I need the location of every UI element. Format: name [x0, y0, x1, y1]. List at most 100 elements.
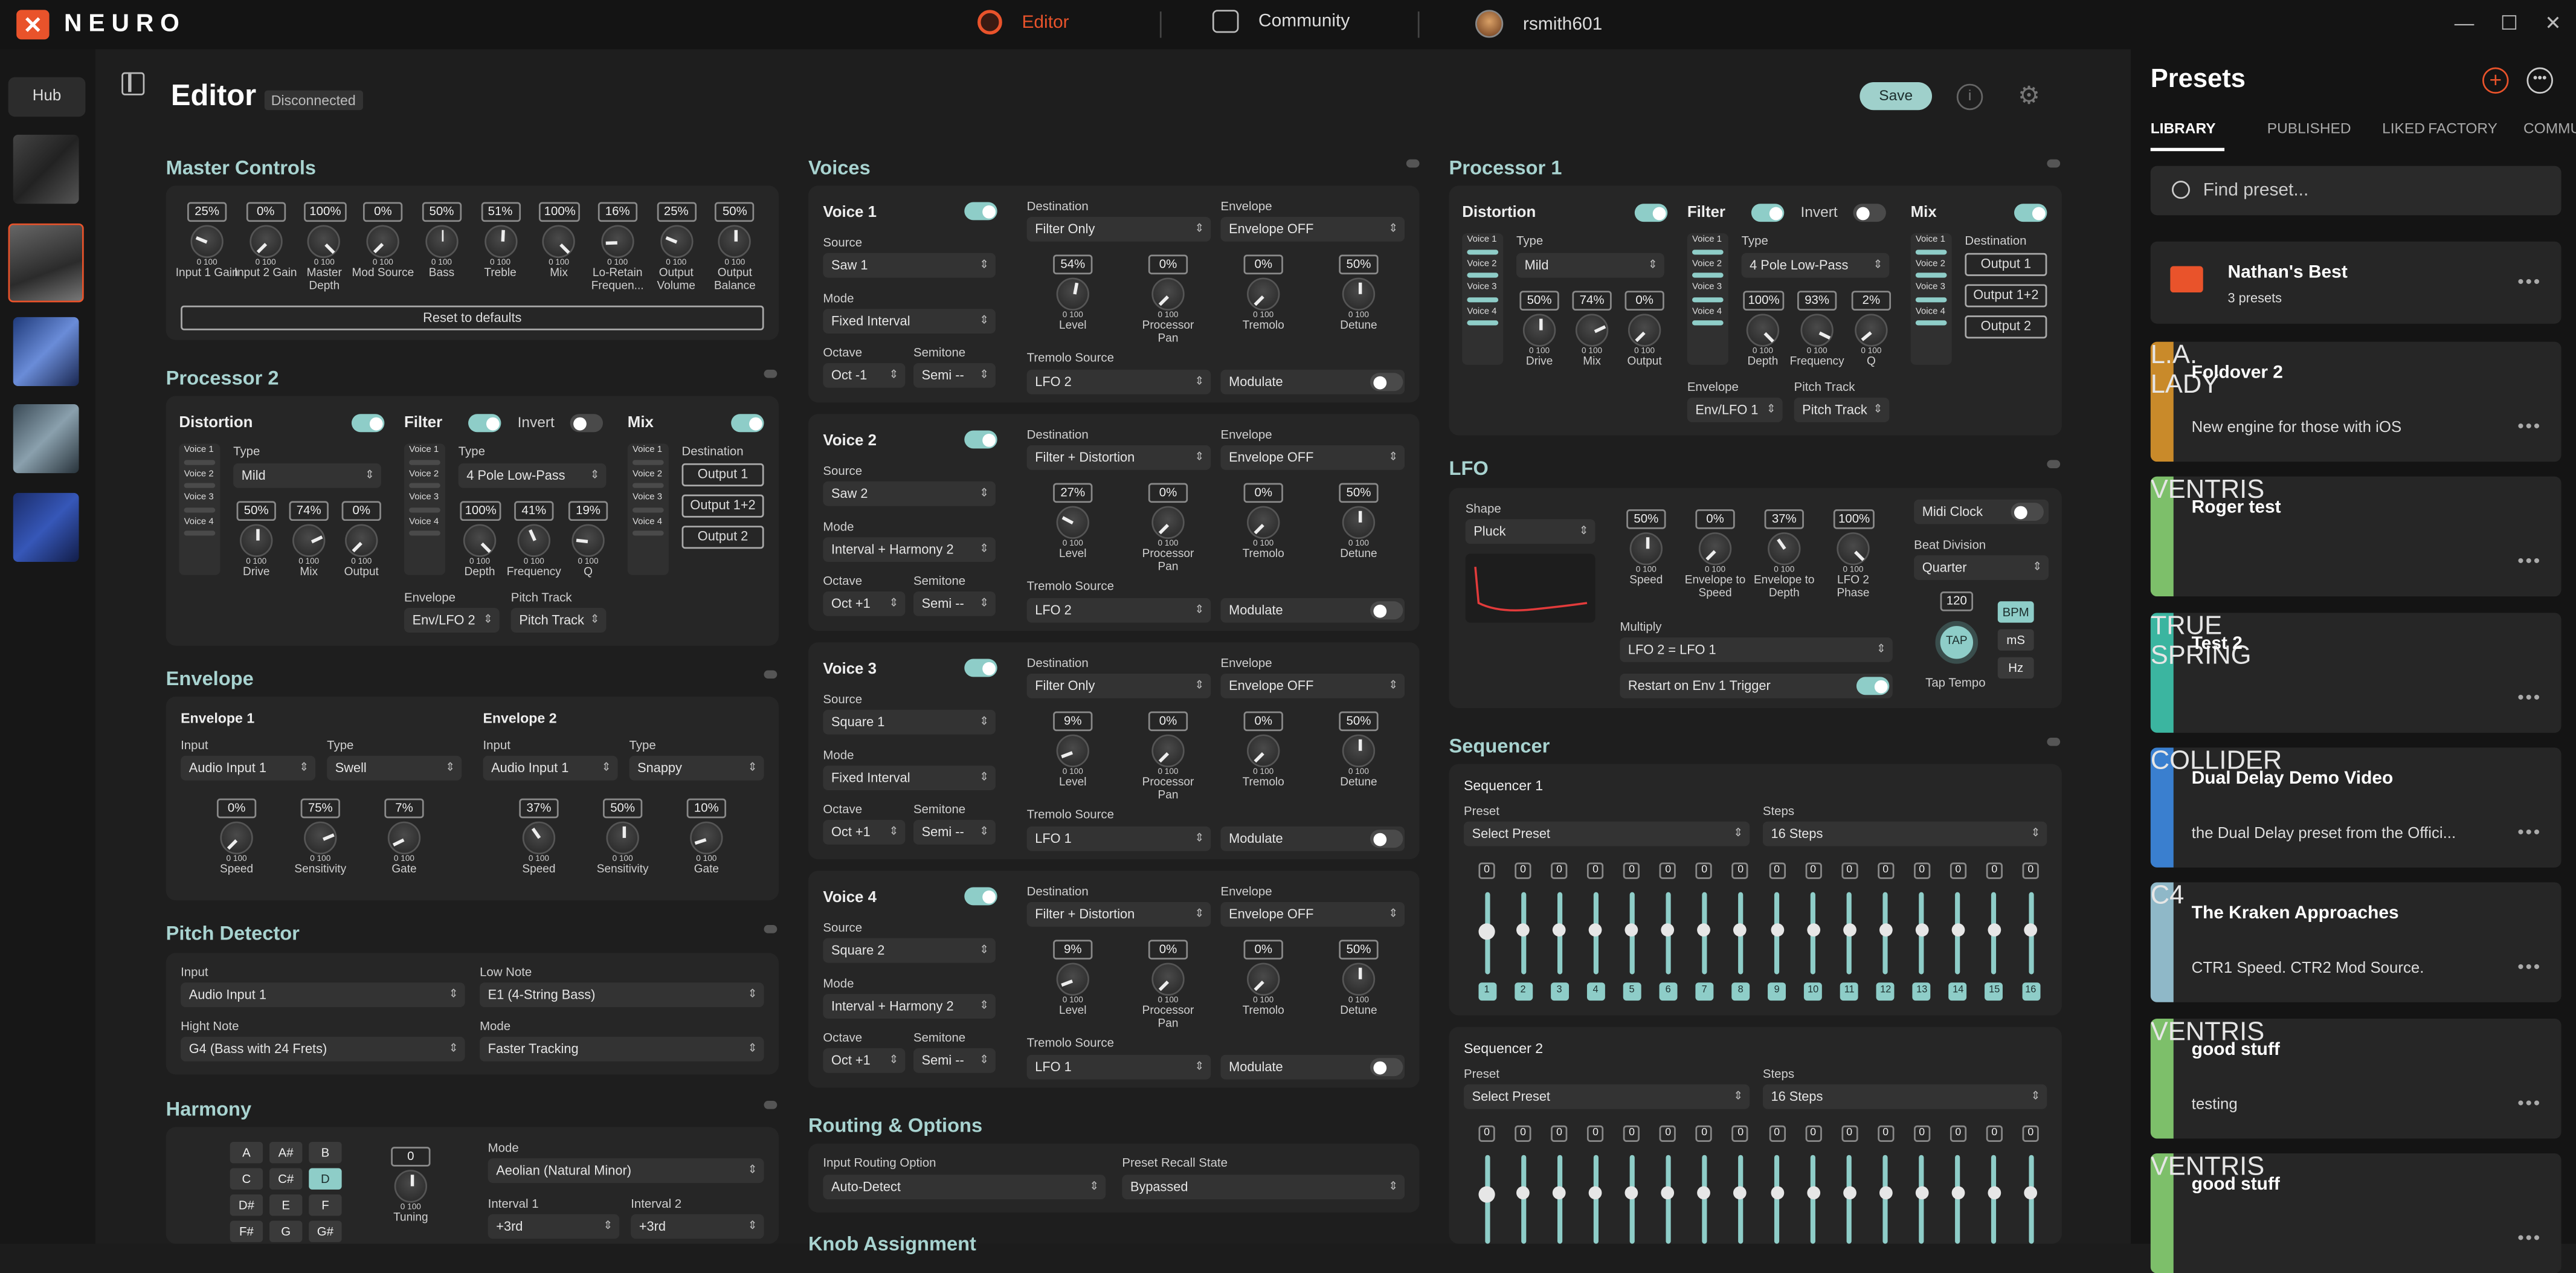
- step-slider-handle[interactable]: [1478, 1186, 1495, 1203]
- lfo-knob-1-knob[interactable]: [1698, 532, 1732, 566]
- step-slider-handle[interactable]: [1806, 923, 1820, 937]
- master-5-knob[interactable]: [483, 225, 517, 258]
- mode-select[interactable]: Fixed Interval: [823, 765, 996, 791]
- interval-2-select[interactable]: +3rd: [631, 1214, 764, 1239]
- unit-button[interactable]: BPM: [1997, 601, 2034, 623]
- source-select[interactable]: Square 2: [823, 938, 996, 963]
- key-button[interactable]: F#: [230, 1220, 263, 1242]
- destination-select[interactable]: Filter + Distortion: [1026, 901, 1211, 927]
- destination-select[interactable]: Filter + Distortion: [1026, 445, 1211, 470]
- voice-knob-3-knob[interactable]: [1342, 506, 1376, 539]
- pedal-thumbnail[interactable]: [13, 492, 79, 562]
- pedal-thumbnail[interactable]: [13, 317, 79, 387]
- pedal-thumbnail[interactable]: [13, 404, 79, 474]
- beat-division-select[interactable]: Quarter: [1914, 555, 2049, 580]
- harmony-mode-select[interactable]: Aeolian (Natural Minor): [488, 1158, 764, 1183]
- tap-button[interactable]: TAP: [1935, 620, 1979, 664]
- filter-1-knob[interactable]: [517, 524, 550, 557]
- source-select[interactable]: Saw 2: [823, 481, 996, 506]
- voice-knob-2-knob[interactable]: [1247, 277, 1280, 311]
- distortion-2-knob[interactable]: [1628, 314, 1661, 347]
- lfo-knob-3-knob[interactable]: [1837, 532, 1870, 566]
- pedal-thumbnail-selected[interactable]: [8, 223, 84, 303]
- voice-toggle[interactable]: [964, 202, 997, 221]
- collapse-icon[interactable]: [764, 925, 778, 933]
- source-select[interactable]: Saw 1: [823, 253, 996, 278]
- output-button[interactable]: Output 1: [681, 463, 764, 486]
- lfo-knob-0-knob[interactable]: [1629, 532, 1663, 566]
- voice-knob-3-knob[interactable]: [1342, 734, 1376, 767]
- preset-recall-select[interactable]: Bypassed: [1122, 1175, 1405, 1200]
- modulate-toggle[interactable]: [1370, 830, 1403, 848]
- step-slider-handle[interactable]: [1516, 923, 1530, 937]
- voice-knob-2-knob[interactable]: [1247, 734, 1280, 767]
- octave-select[interactable]: Oct -1: [823, 363, 906, 388]
- source-select[interactable]: Square 1: [823, 709, 996, 735]
- pedal-thumbnail[interactable]: [13, 134, 79, 204]
- step-slider-handle[interactable]: [1915, 923, 1929, 937]
- tremolo-source-select[interactable]: LFO 1: [1026, 1054, 1211, 1080]
- lfo-knob-2-knob[interactable]: [1768, 532, 1801, 566]
- envelope-select[interactable]: Envelope OFF: [1220, 216, 1405, 242]
- key-button[interactable]: B: [309, 1141, 342, 1164]
- master-8-knob[interactable]: [660, 225, 693, 258]
- info-icon[interactable]: i: [1956, 83, 1983, 111]
- filter-2-knob[interactable]: [1855, 314, 1888, 347]
- key-button[interactable]: D: [309, 1168, 342, 1190]
- preset-tab[interactable]: FACTORY: [2428, 120, 2497, 137]
- filter-type-select[interactable]: 4 Pole Low-Pass: [458, 463, 607, 488]
- voice-knob-1-knob[interactable]: [1151, 962, 1185, 996]
- add-preset-icon[interactable]: +: [2482, 67, 2509, 94]
- distortion-toggle[interactable]: [1634, 204, 1668, 222]
- voice-toggle[interactable]: [964, 887, 997, 906]
- envelope-select[interactable]: Env/LFO 2: [404, 608, 500, 633]
- envelope-input-select[interactable]: Audio Input 1: [181, 755, 316, 781]
- pitch-input-select[interactable]: Audio Input 1: [181, 982, 465, 1007]
- voice-knob-1-knob[interactable]: [1151, 734, 1185, 767]
- step-slider-handle[interactable]: [1879, 923, 1893, 937]
- unit-button[interactable]: mS: [1997, 629, 2034, 651]
- envelope-select[interactable]: Envelope OFF: [1220, 673, 1405, 698]
- voice-knob-3-knob[interactable]: [1342, 962, 1376, 996]
- filter-type-select[interactable]: 4 Pole Low-Pass: [1741, 253, 1890, 278]
- distortion-voice-list[interactable]: Voice 1 Voice 2 Voice 3 Voice 4: [1462, 233, 1504, 365]
- semitone-select[interactable]: Semi --: [913, 591, 996, 616]
- filter-1-knob[interactable]: [1800, 314, 1834, 347]
- sequencer-preset-select[interactable]: Select Preset: [1463, 1084, 1750, 1109]
- step-slider-handle[interactable]: [1516, 1186, 1530, 1200]
- invert-toggle[interactable]: [570, 414, 604, 433]
- envelope-type-select[interactable]: Swell: [327, 755, 462, 781]
- envelope-select[interactable]: Envelope OFF: [1220, 901, 1405, 927]
- preset-more-icon[interactable]: •••: [2517, 1229, 2542, 1249]
- save-button[interactable]: Save: [1860, 82, 1933, 111]
- low-note-select[interactable]: E1 (4-String Bass): [480, 982, 764, 1007]
- sidebar-toggle-icon[interactable]: [121, 72, 145, 95]
- voice-knob-3-knob[interactable]: [1342, 277, 1376, 311]
- collapse-icon[interactable]: [764, 670, 778, 679]
- step-slider-handle[interactable]: [1988, 1186, 2001, 1200]
- midi-clock-toggle[interactable]: [2011, 503, 2044, 521]
- close-icon[interactable]: ✕: [2545, 11, 2561, 34]
- distortion-type-select[interactable]: Mild: [233, 463, 381, 488]
- env1-knob-0-knob[interactable]: [220, 821, 253, 855]
- modulate-toggle[interactable]: [1370, 601, 1403, 620]
- restart-toggle[interactable]: [1856, 677, 1890, 695]
- preset-tab[interactable]: LIKED: [2382, 120, 2425, 137]
- filter-toggle[interactable]: [468, 414, 501, 433]
- filter-0-knob[interactable]: [1746, 314, 1780, 347]
- output-button[interactable]: Output 2: [681, 526, 764, 549]
- key-button[interactable]: G: [269, 1220, 303, 1242]
- filter-toggle[interactable]: [1751, 204, 1785, 222]
- minimize-icon[interactable]: —: [2455, 11, 2475, 34]
- collapse-icon[interactable]: [764, 1100, 778, 1109]
- high-note-select[interactable]: G4 (Bass with 24 Frets): [181, 1036, 465, 1062]
- envelope-type-select[interactable]: Snappy: [629, 755, 764, 781]
- master-0-knob[interactable]: [190, 225, 224, 258]
- preset-tab[interactable]: COMMU: [2523, 120, 2576, 137]
- preset-more-icon[interactable]: •••: [2517, 1094, 2542, 1113]
- preset-search-input[interactable]: Find preset...: [2150, 166, 2562, 216]
- output-button[interactable]: Output 1+2: [1965, 284, 2047, 308]
- octave-select[interactable]: Oct +1: [823, 819, 906, 845]
- key-button[interactable]: C: [230, 1168, 263, 1190]
- preset-card[interactable]: COLLIDER Dual Delay Demo Video the Dual De…: [2150, 747, 2562, 868]
